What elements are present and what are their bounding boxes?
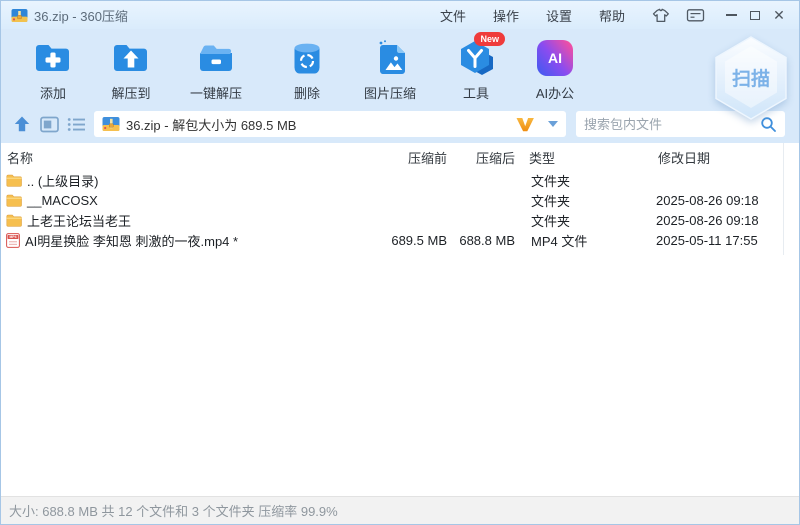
minimize-icon xyxy=(725,14,737,16)
delete-button[interactable]: 删除 xyxy=(271,38,343,102)
window-title: 36.zip - 360压缩 xyxy=(34,8,128,24)
ai-tile-icon: AI xyxy=(534,38,576,78)
close-button[interactable]: ✕ xyxy=(767,1,791,29)
status-text: 大小: 688.8 MB 共 12 个文件和 3 个文件夹 压缩率 99.9% xyxy=(9,504,338,519)
column-separator xyxy=(783,143,784,255)
toolbar-label: 删除 xyxy=(293,86,320,101)
toolbar-label: 图片压缩 xyxy=(363,86,416,101)
maximize-button[interactable] xyxy=(743,1,767,29)
file-size-after: 688.8 MB xyxy=(459,232,515,248)
folder-icon xyxy=(6,194,22,207)
column-header-type[interactable]: 类型 xyxy=(519,148,654,167)
zip-file-icon xyxy=(102,117,120,131)
format-dropdown-caret[interactable] xyxy=(548,121,558,127)
hexagon-tool-icon: New xyxy=(455,32,505,78)
scan-hexagon-button[interactable]: 扫描 xyxy=(709,34,793,122)
theme-skin-icon[interactable] xyxy=(651,8,670,23)
svg-text:MP4: MP4 xyxy=(10,235,17,239)
image-file-icon xyxy=(369,38,411,78)
toolbar-label: 工具 xyxy=(462,86,489,101)
menu-item-actions[interactable]: 操作 xyxy=(493,6,519,25)
toolbar-label: 一键解压 xyxy=(189,86,242,101)
file-type: 文件夹 xyxy=(531,173,571,189)
file-modified: 2025-05-11 17:55 xyxy=(656,232,758,248)
file-name: __MACOSX xyxy=(27,192,98,208)
folder-add-icon xyxy=(32,38,74,78)
one-click-extract-button[interactable]: 一键解压 xyxy=(173,38,259,102)
v-format-logo-icon[interactable] xyxy=(514,116,536,133)
feedback-icon[interactable] xyxy=(686,8,705,23)
add-button[interactable]: 添加 xyxy=(17,38,89,102)
column-header-packed-after[interactable]: 压缩后 xyxy=(451,148,519,167)
new-badge: New xyxy=(474,32,505,46)
file-type: 文件夹 xyxy=(531,213,571,229)
image-compress-button[interactable]: 图片压缩 xyxy=(347,38,433,102)
tools-button[interactable]: New 工具 xyxy=(437,32,515,102)
ai-tile-glyph: AI xyxy=(537,40,573,76)
file-modified: 2025-08-26 09:18 xyxy=(656,212,759,228)
folder-open-icon xyxy=(195,38,237,78)
table-row-parent-directory[interactable]: .. (上级目录) 文件夹 xyxy=(1,170,799,190)
file-type: 文件夹 xyxy=(531,193,571,209)
app-logo-icon xyxy=(11,8,28,22)
minimize-button[interactable] xyxy=(719,1,743,29)
up-directory-button[interactable] xyxy=(13,114,32,134)
titlebar-icons xyxy=(651,8,705,23)
menu-item-help[interactable]: 帮助 xyxy=(599,6,625,25)
app-window: 36.zip - 360压缩 文件 操作 设置 帮助 ✕ 添加 解压到 一键解压… xyxy=(0,0,800,525)
list-header: 名称 压缩前 压缩后 类型 修改日期 xyxy=(1,145,799,170)
table-row-folder[interactable]: 上老王论坛当老王 文件夹 2025-08-26 09:18 xyxy=(1,210,799,230)
pathbar: 36.zip - 解包大小为 689.5 MB xyxy=(1,109,799,143)
file-list: 名称 压缩前 压缩后 类型 修改日期 .. (上级目录) 文件夹 __MACOS… xyxy=(1,143,799,496)
ai-office-button[interactable]: AI AI办公 xyxy=(515,38,595,102)
archive-path-text: 36.zip - 解包大小为 689.5 MB xyxy=(125,117,297,133)
file-name: .. (上级目录) xyxy=(27,173,99,189)
folder-extract-icon xyxy=(110,38,152,78)
toolbar-label: AI办公 xyxy=(535,86,575,101)
scan-label: 扫描 xyxy=(732,67,770,90)
trash-icon xyxy=(286,38,328,78)
toolbar: 添加 解压到 一键解压 删除 图片压缩 New 工具 AI AI办公 扫描 xyxy=(1,29,799,120)
archive-path-box[interactable]: 36.zip - 解包大小为 689.5 MB xyxy=(93,111,566,137)
folder-icon xyxy=(6,214,22,227)
file-size-before: 689.5 MB xyxy=(391,232,447,248)
maximize-icon xyxy=(750,10,760,20)
toolbar-label: 解压到 xyxy=(111,86,151,101)
folder-icon xyxy=(6,174,22,187)
statusbar: 大小: 688.8 MB 共 12 个文件和 3 个文件夹 压缩率 99.9% xyxy=(1,496,799,524)
file-name: AI明星换脸 李知恩 刺激的一夜.mp4 * xyxy=(25,233,239,249)
file-modified: 2025-08-26 09:18 xyxy=(656,192,759,208)
menubar: 文件 操作 设置 帮助 xyxy=(440,6,625,25)
toolbar-label: 添加 xyxy=(39,86,66,101)
close-icon: ✕ xyxy=(773,7,785,23)
list-view-button[interactable] xyxy=(67,114,86,134)
file-type: MP4 文件 xyxy=(531,233,588,249)
file-name: 上老王论坛当老王 xyxy=(27,213,132,229)
column-header-modified[interactable]: 修改日期 xyxy=(654,148,782,167)
column-header-packed-before[interactable]: 压缩前 xyxy=(386,148,451,167)
window-controls: ✕ xyxy=(719,1,799,29)
extract-to-button[interactable]: 解压到 xyxy=(95,38,167,102)
titlebar: 36.zip - 360压缩 文件 操作 设置 帮助 ✕ xyxy=(1,1,799,29)
table-row-mp4-file[interactable]: MP4 AI明星换脸 李知恩 刺激的一夜.mp4 * 689.5 MB 688.… xyxy=(1,230,799,250)
preview-pane-button[interactable] xyxy=(40,114,59,134)
column-header-name[interactable]: 名称 xyxy=(1,148,386,167)
table-row-macosx[interactable]: __MACOSX 文件夹 2025-08-26 09:18 xyxy=(1,190,799,210)
menu-item-settings[interactable]: 设置 xyxy=(546,6,572,25)
mp4-file-icon: MP4 xyxy=(6,232,20,248)
menu-item-file[interactable]: 文件 xyxy=(440,6,466,25)
